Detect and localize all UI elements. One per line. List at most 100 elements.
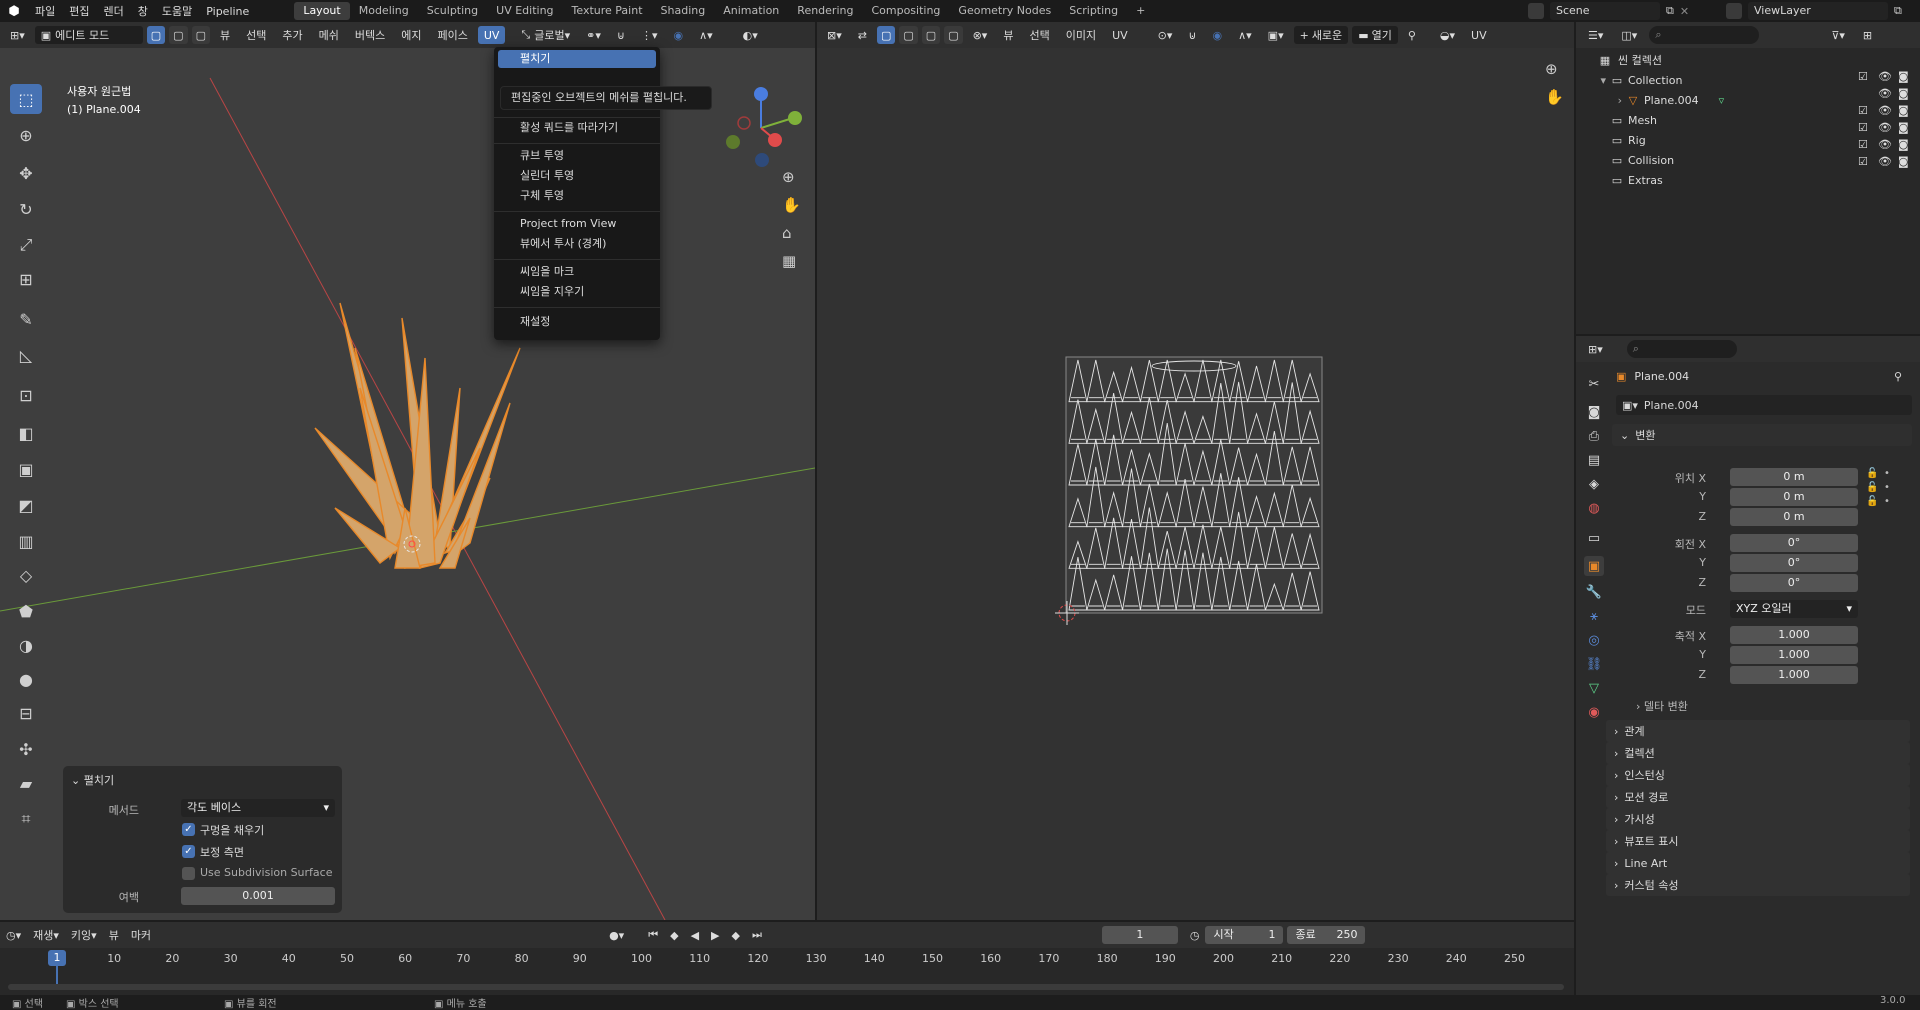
panel-collections[interactable]: › 컬렉션 xyxy=(1606,742,1910,764)
keyframe-dot-icon[interactable]: • xyxy=(1884,496,1900,507)
menu-item-sphere-projection[interactable]: 구체 투영 xyxy=(498,187,656,205)
exclude-checkbox[interactable]: ☑ xyxy=(1858,155,1878,168)
play-icon[interactable]: ▶ xyxy=(705,926,725,944)
outliner-item-collection[interactable]: Collection xyxy=(1628,74,1682,87)
next-keyframe-icon[interactable]: ◆ xyxy=(726,926,746,944)
panel-line-art[interactable]: › Line Art xyxy=(1606,852,1910,874)
keying-menu[interactable]: 키잉 ▾ xyxy=(65,926,103,944)
rotation-y-field[interactable]: 0° xyxy=(1730,554,1858,572)
render-camera-icon[interactable]: ◙ xyxy=(1898,104,1918,117)
lock-icon[interactable]: 🔓 xyxy=(1866,468,1884,479)
timeline-scrollbar[interactable] xyxy=(8,984,1564,990)
knife-icon[interactable]: ◇ xyxy=(10,560,42,590)
uv-menu-select[interactable]: 선택 xyxy=(1023,26,1055,44)
tab-animation[interactable]: Animation xyxy=(714,2,788,20)
uv-editor-type-icon[interactable]: ⊠▾ xyxy=(821,26,848,44)
menu-view[interactable]: 뷰 xyxy=(214,26,236,44)
exclude-checkbox[interactable]: ☑ xyxy=(1858,104,1878,117)
snap-icon[interactable]: ⊍ xyxy=(611,26,631,44)
shear-icon[interactable]: ▰ xyxy=(10,768,42,798)
view-layer-tab-icon[interactable]: ▤ xyxy=(1584,450,1604,470)
menu-item-cube-projection[interactable]: 큐브 투영 xyxy=(498,147,656,165)
menu-item-project-from-view[interactable]: Project from View xyxy=(498,215,656,233)
pin-icon[interactable]: ⚲ xyxy=(1402,26,1422,44)
current-frame-field[interactable]: 1 xyxy=(1101,926,1178,944)
marker-menu[interactable]: 마커 xyxy=(125,926,157,944)
properties-search-input[interactable]: ⌕ xyxy=(1626,340,1737,358)
rotation-z-field[interactable]: 0° xyxy=(1730,574,1858,592)
rip-icon[interactable]: ⌗ xyxy=(10,804,42,834)
menu-face[interactable]: 페이스 xyxy=(431,26,473,44)
scale-x-field[interactable]: 1.000 xyxy=(1730,626,1858,644)
new-collection-icon[interactable]: ⊞ xyxy=(1857,26,1878,44)
constraints-tab-icon[interactable]: ⛓ xyxy=(1584,654,1604,674)
smooth-icon[interactable]: ● xyxy=(10,664,42,694)
add-workspace-button[interactable]: + xyxy=(1127,2,1154,20)
play-reverse-icon[interactable]: ◀ xyxy=(685,926,705,944)
uv-editor-viewport[interactable]: ⊕ ✋ xyxy=(817,48,1574,920)
panel-custom-properties[interactable]: › 커스텀 속성 xyxy=(1606,874,1910,896)
outliner-item-collision[interactable]: Collision xyxy=(1628,154,1674,167)
new-image-button[interactable]: + 새로운 xyxy=(1293,26,1349,44)
outliner-item-plane[interactable]: Plane.004 xyxy=(1644,94,1699,107)
tab-texture-paint[interactable]: Texture Paint xyxy=(563,2,652,20)
uv-proportional-icon[interactable]: ◉ xyxy=(1206,26,1228,44)
scene-type-icon[interactable] xyxy=(1528,3,1544,19)
loop-cut-icon[interactable]: ▥ xyxy=(10,526,42,556)
particles-tab-icon[interactable]: ⚹ xyxy=(1584,606,1604,626)
timeline-body[interactable]: 10 20 30 40 50 60 70 80 90 100 110 120 130 140 150 160 1… xyxy=(0,948,1574,998)
mode-dropdown[interactable]: ▣ 에디트 모드 xyxy=(34,26,143,44)
uv-island-select-icon[interactable]: ▢ xyxy=(944,26,963,44)
tab-uv-editing[interactable]: UV Editing xyxy=(487,2,562,20)
record-icon[interactable]: ●▾ xyxy=(603,926,630,944)
view-object-types-icon[interactable]: ◐▾ xyxy=(737,26,764,44)
modifier-tab-icon[interactable]: 🔧 xyxy=(1584,582,1604,602)
menu-help[interactable]: 도움말 xyxy=(155,3,199,19)
outliner-search-input[interactable]: ⌕ xyxy=(1649,26,1760,44)
image-browse-icon[interactable]: ▣▾ xyxy=(1262,26,1290,44)
bevel-icon[interactable]: ◩ xyxy=(10,490,42,520)
jump-start-icon[interactable]: ⏮ xyxy=(642,926,664,944)
uv-edge-select-icon[interactable]: ▢ xyxy=(899,26,918,44)
measure-icon[interactable]: ◺ xyxy=(10,340,42,370)
eye-icon[interactable]: 👁 xyxy=(1878,121,1898,134)
menu-window[interactable]: 창 xyxy=(131,3,155,19)
menu-pipeline[interactable]: Pipeline xyxy=(199,5,256,18)
timeline-view-menu[interactable]: 뷰 xyxy=(103,926,125,944)
use-subsurf-checkbox[interactable] xyxy=(182,867,195,880)
menu-edit[interactable]: 편집 xyxy=(62,3,96,19)
scale-icon[interactable]: ⤢ xyxy=(10,230,42,260)
scene-field[interactable]: Scene xyxy=(1550,2,1660,20)
move-icon[interactable]: ✥ xyxy=(10,158,42,188)
render-camera-icon[interactable]: ◙ xyxy=(1898,138,1918,151)
tab-scripting[interactable]: Scripting xyxy=(1060,2,1127,20)
tool-tab-icon[interactable]: ✂ xyxy=(1584,374,1604,394)
eye-icon[interactable]: 👁 xyxy=(1878,104,1898,117)
eye-icon[interactable]: 👁 xyxy=(1878,70,1898,83)
menu-item-cylinder-projection[interactable]: 실린더 투영 xyxy=(498,167,656,185)
poly-build-icon[interactable]: ⬟ xyxy=(10,596,42,626)
snap-target-icon[interactable]: ⋮▾ xyxy=(635,26,664,44)
panel-visibility[interactable]: › 가시성 xyxy=(1606,808,1910,830)
timeline-editor-type-icon[interactable]: ◷▾ xyxy=(0,926,27,944)
orientation-dropdown[interactable]: ⤡ 글로벌 ▾ xyxy=(515,26,576,44)
jump-end-icon[interactable]: ⏭ xyxy=(746,926,768,944)
select-box-icon[interactable]: ⬚ xyxy=(10,84,42,114)
scene-collection-label[interactable]: 씬 컬렉션 xyxy=(1618,52,1662,68)
outliner-item-mesh[interactable]: Mesh xyxy=(1628,114,1657,127)
menu-item-clear-seam[interactable]: 씨임을 지우기 xyxy=(498,283,656,301)
new-scene-icon[interactable]: ⧉ xyxy=(1666,4,1674,18)
lock-icon[interactable]: 🔓 xyxy=(1866,482,1884,493)
face-select-icon[interactable]: ▢ xyxy=(191,26,210,44)
filter-icon[interactable]: ⊽▾ xyxy=(1825,26,1851,44)
render-camera-icon[interactable]: ◙ xyxy=(1898,87,1918,100)
menu-item-reset[interactable]: 재설정 xyxy=(498,313,656,331)
tab-compositing[interactable]: Compositing xyxy=(862,2,949,20)
uv-falloff-icon[interactable]: ∧▾ xyxy=(1232,26,1258,44)
menu-item-mark-seam[interactable]: 씨임을 마크 xyxy=(498,263,656,281)
current-frame-marker[interactable]: 1 xyxy=(48,950,66,966)
output-tab-icon[interactable]: ⎙ xyxy=(1584,426,1604,446)
navigation-gizmo[interactable] xyxy=(716,78,806,178)
menu-item-follow-active-quads[interactable]: 활성 쿼드를 따라가기 xyxy=(498,119,656,137)
uv-sticky-icon[interactable]: ⊗▾ xyxy=(967,26,994,44)
